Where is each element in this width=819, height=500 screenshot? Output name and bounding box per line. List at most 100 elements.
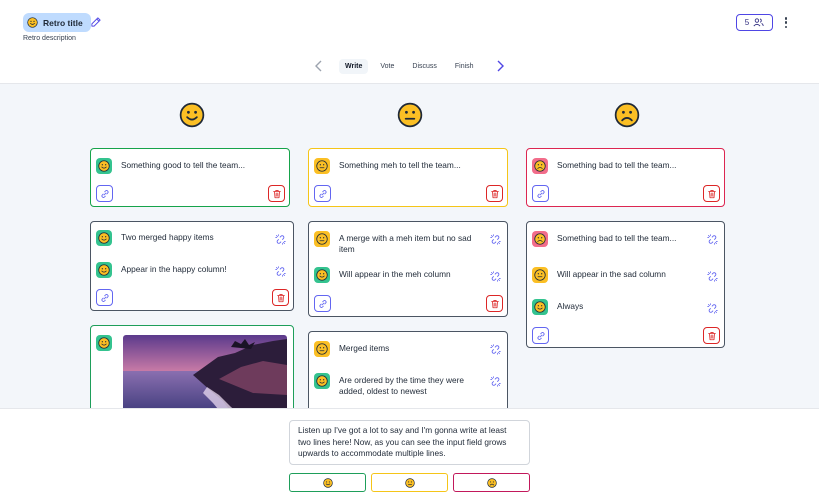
item-text[interactable]: Are ordered by the time they were added,… [339,375,485,397]
happy-face-icon [96,335,112,351]
meh-card-draft[interactable]: Something meh to tell the team... [308,148,508,207]
link-icon [100,293,110,303]
list-item: Something bad to tell the team... [532,158,676,174]
list-item: Merged items [314,341,389,357]
trash-icon [490,189,500,199]
list-item [96,335,112,351]
step-finish[interactable]: Finish [449,59,480,74]
happy-card-image[interactable] [90,325,294,408]
unlink-icon[interactable] [707,271,718,282]
unlink-icon[interactable] [707,303,718,314]
item-text[interactable]: Something good to tell the team... [121,160,245,171]
unlink-icon[interactable] [490,376,501,387]
retro-board: Something good to tell the team... Two m… [0,84,819,408]
link-button[interactable] [532,327,549,344]
item-text[interactable]: Something bad to tell the team... [557,233,685,244]
kebab-icon[interactable] [782,16,790,29]
retro-description: Retro description [23,35,76,42]
sad-face-icon [532,231,548,247]
trash-icon [707,189,717,199]
item-text[interactable]: Will appear in the sad column [557,269,666,280]
edit-icon[interactable] [90,16,102,28]
sad-face-icon [614,102,640,128]
list-item: Will appear in the sad column [532,267,666,283]
meh-face-icon [314,341,330,357]
attached-image[interactable] [123,335,287,408]
new-item-input[interactable]: Listen up I've got a lot to say and I'm … [289,420,530,465]
unlink-icon[interactable] [275,234,286,245]
add-sad-button[interactable] [453,473,530,492]
item-text[interactable]: Merged items [339,343,389,354]
delete-button[interactable] [268,185,285,202]
unlink-icon[interactable] [275,266,286,277]
meh-face-icon [532,267,548,283]
happy-face-icon [314,267,330,283]
item-text[interactable]: Appear in the happy column! [121,264,227,275]
delete-button[interactable] [486,185,503,202]
item-text[interactable]: Two merged happy items [121,232,214,243]
link-icon [536,331,546,341]
happy-face-icon [96,230,112,246]
link-button[interactable] [96,289,113,306]
happy-face-icon [96,158,112,174]
sad-card-merged[interactable]: Something bad to tell the team... Will a… [526,221,725,348]
trash-icon [490,299,500,309]
item-text[interactable]: Always [557,301,583,312]
delete-button[interactable] [272,289,289,306]
retro-title-pill[interactable]: Retro title [23,13,91,32]
trash-icon [707,331,717,341]
header: Retro title Retro description 5 Write Vo… [0,0,819,84]
link-button[interactable] [314,295,331,312]
link-icon [536,189,546,199]
list-item: Something good to tell the team... [96,158,245,174]
list-item: Appear in the happy column! [96,262,227,278]
link-icon [318,299,328,309]
happy-face-icon [179,102,205,128]
meh-face-icon [314,231,330,247]
sad-card-draft[interactable]: Something bad to tell the team... [526,148,725,207]
meh-card-ordered[interactable]: Merged items Are ordered by the time the… [308,331,508,408]
link-button[interactable] [96,185,113,202]
item-text[interactable]: Something bad to tell the team... [557,160,676,171]
link-button[interactable] [314,185,331,202]
item-text[interactable]: Will appear in the meh column [339,269,451,280]
happy-card-merged[interactable]: Two merged happy items Appear in the hap… [90,221,294,311]
step-write[interactable]: Write [339,58,369,74]
link-button[interactable] [532,185,549,202]
trash-icon [272,189,282,199]
step-vote[interactable]: Vote [374,59,400,74]
add-happy-button[interactable] [289,473,366,492]
add-meh-button[interactable] [371,473,448,492]
unlink-icon[interactable] [490,344,501,355]
delete-button[interactable] [703,185,720,202]
item-text[interactable]: A merge with a meh item but no sad item [339,233,485,255]
happy-face-icon [27,17,38,28]
unlink-icon[interactable] [490,234,501,245]
users-icon [753,18,764,27]
trash-icon [276,293,286,303]
unlink-icon[interactable] [707,234,718,245]
unlink-icon[interactable] [490,271,501,282]
retro-title: Retro title [43,17,83,28]
list-item: Always [532,299,583,315]
happy-face-icon [96,262,112,278]
step-discuss[interactable]: Discuss [406,59,443,74]
participants-button[interactable]: 5 [736,14,773,31]
chevron-right-icon[interactable] [493,59,507,73]
chevron-left-icon[interactable] [312,59,326,73]
step-navigation: Write Vote Discuss Finish [312,57,507,75]
participant-count: 5 [744,18,750,27]
list-item: Will appear in the meh column [314,267,451,283]
item-text[interactable]: Something meh to tell the team... [339,160,461,171]
list-item: Something meh to tell the team... [314,158,461,174]
happy-face-icon [314,373,330,389]
list-item: Two merged happy items [96,230,214,246]
composer-bar: Listen up I've got a lot to say and I'm … [0,408,819,500]
sad-face-icon [532,158,548,174]
meh-card-merged[interactable]: A merge with a meh item but no sad item … [308,221,508,317]
happy-face-icon [323,478,333,488]
delete-button[interactable] [703,327,720,344]
happy-card-draft[interactable]: Something good to tell the team... [90,148,290,207]
delete-button[interactable] [486,295,503,312]
meh-face-icon [405,478,415,488]
